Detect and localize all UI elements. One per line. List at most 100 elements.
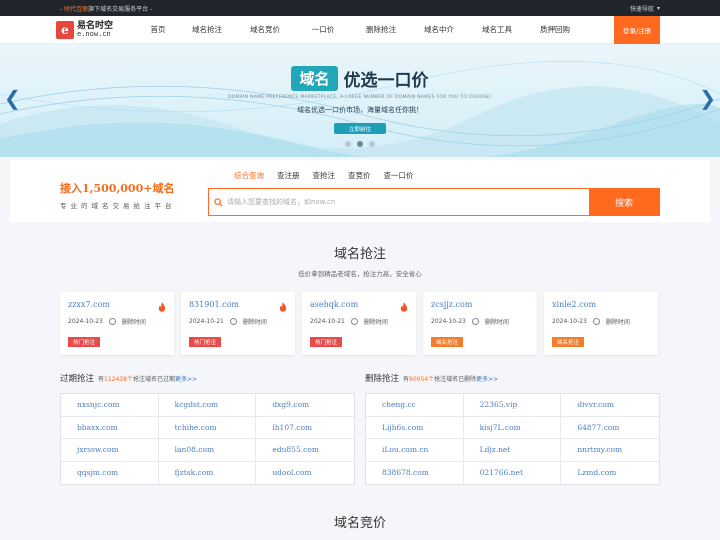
domain-link[interactable]: divvr.com (561, 394, 659, 417)
domain-link[interactable]: jxrssw.com (61, 439, 159, 462)
card-domain[interactable]: asehqk.com (310, 300, 408, 309)
search-box[interactable]: 请输入您要查找的域名，如now.cn 搜索 (208, 188, 660, 216)
clock-icon (350, 318, 358, 325)
nav-fixed-price[interactable]: 一口价 (294, 24, 352, 35)
domain-link[interactable]: edu855.com (256, 439, 354, 462)
domain-link[interactable]: kisj7L.com (463, 416, 562, 439)
grab-card[interactable]: asehqk.com 2024-10-21 删除时间 热门抢注 (302, 292, 416, 355)
grab-card[interactable]: zcsjjz.com 2024-10-23 删除时间 域名抢注 (423, 292, 537, 355)
domain-link[interactable]: 64877.com (561, 417, 659, 439)
card-delete-label: 删除时间 (484, 319, 509, 326)
nav-home[interactable]: 首页 (138, 24, 178, 35)
domain-link[interactable]: bbaxx.com (61, 416, 159, 439)
grab-section-subtitle: 低价拿到精品老域名，抢注力高，安全省心 (298, 270, 422, 278)
banner-tag: 域名 (291, 66, 338, 91)
expired-more-link[interactable]: 更多>> (175, 376, 197, 383)
domain-link[interactable]: Lzmd.com (561, 462, 659, 485)
card-domain[interactable]: zzxx7.com (68, 300, 166, 309)
clock-icon (471, 318, 479, 325)
deleted-desc-post: 抢注域名已删除 (434, 376, 477, 383)
domain-link[interactable]: tchihe.com (158, 416, 257, 439)
nav-pledge[interactable]: 质押回购 (526, 24, 584, 35)
card-badge: 域名抢注 (431, 337, 464, 347)
domain-link[interactable]: nxsnjc.com (61, 394, 159, 417)
deleted-more-link[interactable]: 更多>> (476, 376, 498, 383)
fire-icon (158, 302, 166, 312)
card-badge: 热门抢注 (189, 337, 222, 347)
domain-link[interactable]: udool.com (256, 462, 354, 485)
domain-link[interactable]: Ldjz.net (463, 439, 562, 462)
tab-fixed-price[interactable]: 查一口价 (384, 170, 414, 181)
tab-grab[interactable]: 查抢注 (313, 170, 336, 181)
grab-card[interactable]: 831901.com 2024-10-21 删除时间 热门抢注 (181, 292, 295, 355)
card-badge: 热门抢注 (68, 337, 101, 347)
site-logo[interactable]: e 易名时空 e.now.cn (56, 20, 138, 39)
banner-go-button[interactable]: 立即前往 (334, 123, 386, 134)
domain-link[interactable]: nnrtmy.com (561, 439, 659, 462)
deleted-list: 删除抢注 有60054个抢注域名已删除更多>> cheng.cc 22365.v… (365, 372, 660, 485)
top-bar: - 时代互联旗下域名交易服务平台 - 快速导航 ▾ (0, 0, 720, 16)
card-domain[interactable]: zcsjjz.com (431, 300, 529, 309)
carousel-dots (0, 141, 720, 147)
card-date: 2024-10-21 (310, 318, 345, 325)
deleted-desc: 有60054个抢注域名已删除更多>> (403, 374, 498, 383)
domain-link[interactable]: qqsjm.com (61, 461, 159, 484)
domain-link[interactable]: fjztsk.com (159, 461, 257, 484)
tab-auction[interactable]: 查竞价 (348, 170, 371, 181)
nav-grab[interactable]: 域名抢注 (178, 24, 236, 35)
card-meta: 2024-10-21 删除时间 (189, 317, 287, 326)
deleted-list-header: 删除抢注 有60054个抢注域名已删除更多>> (365, 372, 660, 384)
carousel-dot-active[interactable] (357, 141, 363, 147)
domain-link[interactable]: dxg9.com (256, 394, 354, 417)
card-date: 2024-10-23 (68, 318, 103, 325)
grab-card[interactable]: xinle2.com 2024-10-23 删除时间 域名抢注 (544, 292, 658, 355)
quick-nav-label[interactable]: 快速导航 (630, 4, 654, 13)
nav-delete-grab[interactable]: 删除抢注 (352, 24, 410, 35)
tagline-brand[interactable]: 时代互联 (64, 6, 88, 13)
nav-broker[interactable]: 域名中介 (410, 24, 468, 35)
main-nav: e 易名时空 e.now.cn 首页 域名抢注 域名竞价 一口价 删除抢注 域名… (0, 16, 720, 44)
tagline-rest: 旗下域名交易服务平台 - (88, 5, 153, 13)
fire-icon (400, 302, 408, 312)
tab-register[interactable]: 查注册 (277, 170, 300, 181)
domain-link[interactable]: lh107.com (256, 417, 354, 439)
card-badge: 热门抢注 (310, 337, 343, 347)
carousel-dot[interactable] (345, 141, 351, 147)
grab-section-title: 域名抢注 (333, 247, 386, 262)
card-meta: 2024-10-23 删除时间 (431, 317, 529, 326)
domain-link[interactable]: 021766.net (464, 461, 562, 484)
card-delete-label: 删除时间 (605, 319, 630, 326)
domain-link[interactable]: 22365.vip (463, 394, 562, 417)
card-date: 2024-10-23 (431, 318, 466, 325)
tab-all[interactable]: 综合查询 (234, 170, 264, 181)
card-delete-label: 删除时间 (363, 319, 388, 326)
login-register-button[interactable]: 登录/注册 (614, 16, 660, 44)
grab-card[interactable]: zzxx7.com 2024-10-23 删除时间 热门抢注 (60, 292, 174, 355)
search-button[interactable]: 搜索 (589, 189, 659, 215)
hero-banner[interactable]: 域名 优选一口价 DOMAIN NAME PREFERENCE MARKETPL… (0, 44, 720, 157)
deleted-count: 60054个 (409, 376, 435, 383)
quick-nav[interactable]: 快速导航 ▾ (630, 4, 660, 13)
domain-link[interactable]: kcgdst.com (158, 394, 257, 417)
nav-auction[interactable]: 域名竞价 (236, 24, 294, 35)
logo-en: e.now.cn (77, 29, 111, 38)
card-meta: 2024-10-21 删除时间 (310, 317, 408, 326)
card-domain[interactable]: 831901.com (189, 300, 287, 309)
chevron-left-icon[interactable]: ❮ (4, 88, 21, 108)
domain-link[interactable]: 838678.com (366, 461, 464, 484)
caret-down-icon: ▾ (656, 4, 660, 12)
domain-link[interactable]: cheng.cc (366, 394, 464, 417)
domain-link[interactable]: lan08.com (158, 439, 257, 462)
expired-grid: nxsnjc.com kcgdst.com dxg9.com bbaxx.com… (60, 393, 355, 485)
nav-tools[interactable]: 域名工具 (468, 24, 526, 35)
clock-icon (229, 318, 237, 325)
expired-list: 过期抢注 有112438个抢注域名已过期更多>> nxsnjc.com kcgd… (60, 372, 355, 485)
domain-link[interactable]: Lijh6s.com (366, 416, 464, 439)
domain-link[interactable]: iLou.com.cn (366, 439, 464, 462)
carousel-dot[interactable] (369, 141, 375, 147)
logo-mark: e (56, 20, 74, 39)
chevron-right-icon[interactable]: ❯ (699, 88, 716, 108)
deleted-title: 删除抢注 (365, 374, 400, 384)
card-domain[interactable]: xinle2.com (552, 300, 650, 309)
search-promo: 接入1,500,000+域名 专业的域名交易抢注平台 (60, 180, 200, 210)
